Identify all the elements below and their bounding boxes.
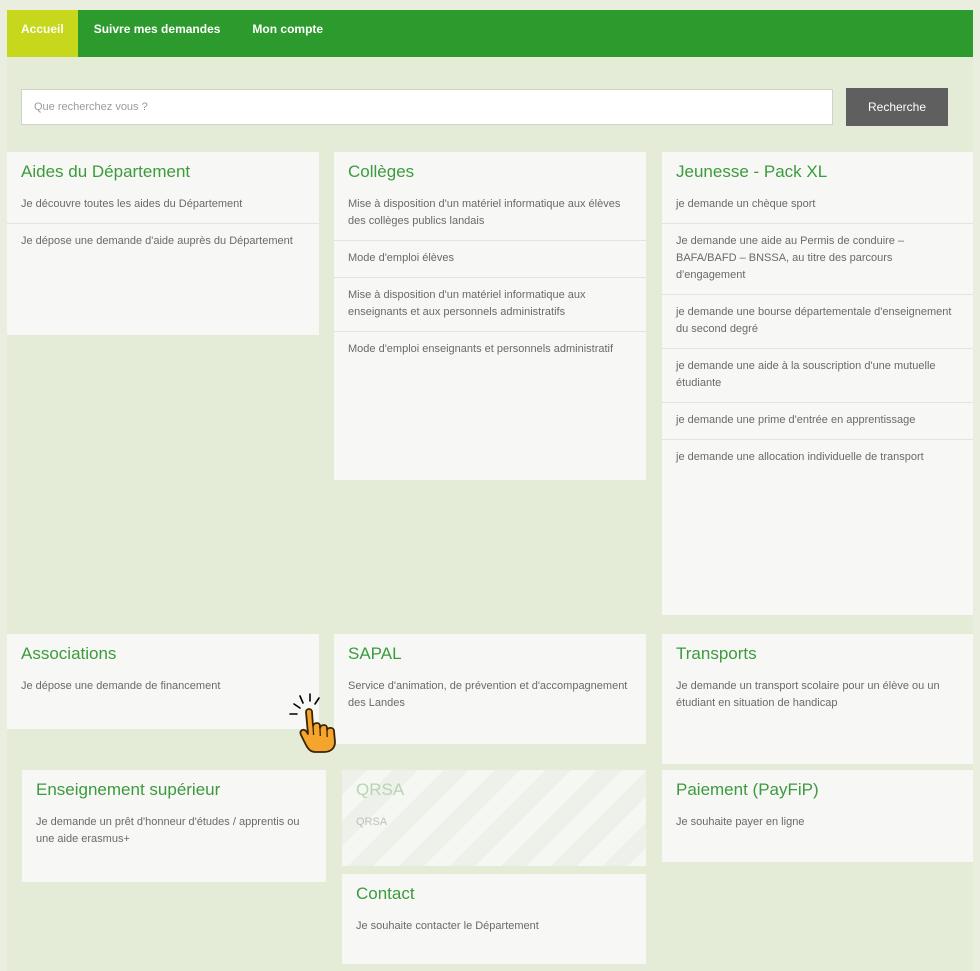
card-link[interactable]: Je souhaite contacter le Département: [342, 916, 646, 945]
card-link[interactable]: Mise à disposition d'un matériel informa…: [334, 194, 646, 240]
card-title: Paiement (PayFiP): [676, 780, 819, 799]
card-enseignement-superieur: Enseignement supérieur Je demande un prê…: [22, 770, 326, 882]
card-link[interactable]: Mode d'emploi élèves: [334, 240, 646, 277]
card-associations: Associations Je dépose une demande de fi…: [7, 634, 319, 729]
pointing-hand-icon: [289, 693, 336, 753]
card-link[interactable]: je demande une aide à la souscription d'…: [662, 348, 973, 402]
nav-home[interactable]: Accueil: [7, 10, 78, 57]
card-link[interactable]: Je demande un prêt d'honneur d'études / …: [22, 812, 326, 858]
card-title: Aides du Département: [21, 162, 191, 181]
card-link[interactable]: Je découvre toutes les aides du Départem…: [7, 194, 319, 223]
card-title: Jeunesse - Pack XL: [676, 162, 828, 181]
card-link[interactable]: je demande une allocation individuelle d…: [662, 439, 973, 476]
card-link[interactable]: Mise à disposition d'un matériel informa…: [334, 277, 646, 331]
card-title: QRSA: [356, 780, 405, 799]
card-colleges: Collèges Mise à disposition d'un matérie…: [334, 152, 646, 480]
card-transports: Transports Je demande un transport scola…: [662, 634, 973, 764]
top-navigation: Accueil Suivre mes demandes Mon compte: [7, 10, 973, 57]
card-link[interactable]: Je souhaite payer en ligne: [662, 812, 973, 841]
card-title: Enseignement supérieur: [36, 780, 221, 799]
card-aides-departement: Aides du Département Je découvre toutes …: [7, 152, 319, 335]
card-link[interactable]: je demande une bourse départementale d'e…: [662, 294, 973, 348]
search-input[interactable]: [21, 89, 833, 125]
nav-track-requests[interactable]: Suivre mes demandes: [78, 16, 237, 41]
nav-track-label: Suivre mes demandes: [93, 21, 221, 36]
card-link[interactable]: Mode d'emploi enseignants et personnels …: [334, 331, 646, 368]
card-link[interactable]: Je dépose une demande de financement: [7, 676, 319, 705]
card-contact: Contact Je souhaite contacter le Départe…: [342, 874, 646, 964]
search-button[interactable]: Recherche: [846, 88, 948, 126]
card-link[interactable]: je demande un chèque sport: [662, 194, 973, 223]
card-paiement-payfip: Paiement (PayFiP) Je souhaite payer en l…: [662, 770, 973, 862]
card-link[interactable]: Je demande une aide au Permis de conduir…: [662, 223, 973, 294]
card-link[interactable]: Service d'animation, de prévention et d'…: [334, 676, 646, 722]
card-title: SAPAL: [348, 644, 402, 663]
card-link[interactable]: Je dépose une demande d'aide auprès du D…: [7, 223, 319, 260]
card-jeunesse-pack-xl: Jeunesse - Pack XL je demande un chèque …: [662, 152, 973, 615]
card-title: Collèges: [348, 162, 415, 181]
card-title: Transports: [676, 644, 757, 663]
nav-home-label: Accueil: [21, 21, 64, 36]
card-sapal: SAPAL Service d'animation, de prévention…: [334, 634, 646, 744]
card-title: Associations: [21, 644, 117, 663]
card-qrsa: QRSA QRSA: [342, 770, 646, 866]
card-title: Contact: [356, 884, 415, 903]
card-link[interactable]: QRSA: [342, 812, 646, 841]
card-link[interactable]: je demande une prime d'entrée en apprent…: [662, 402, 973, 439]
nav-my-account[interactable]: Mon compte: [236, 16, 339, 41]
nav-account-label: Mon compte: [252, 21, 324, 36]
card-link[interactable]: Je demande un transport scolaire pour un…: [662, 676, 973, 722]
